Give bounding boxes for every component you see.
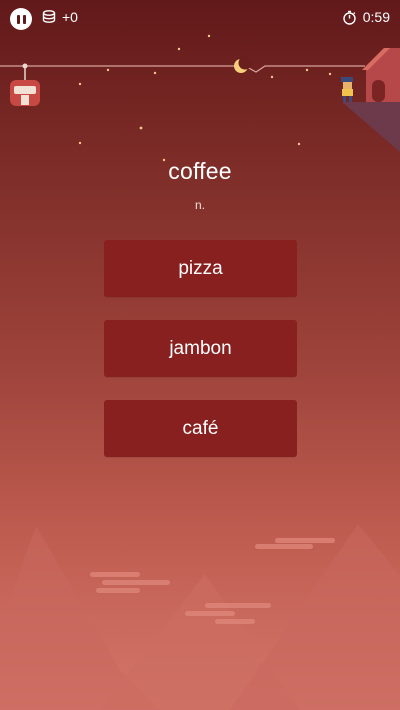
question-word: coffee <box>168 158 232 184</box>
top-bar: +0 0:59 <box>0 0 400 40</box>
stopwatch-icon <box>343 10 356 25</box>
moon-icon <box>234 56 252 73</box>
answer-option-1[interactable]: pizza <box>104 240 297 297</box>
stars <box>78 34 332 162</box>
station-building <box>342 48 400 152</box>
timer-value: 0:59 <box>362 9 390 25</box>
timer: 0:59 <box>342 9 390 25</box>
coin-stack-icon <box>42 10 56 23</box>
cable-car-icon <box>10 63 40 106</box>
pause-icon <box>16 14 20 24</box>
coin-count: +0 <box>62 9 78 25</box>
answer-option-2[interactable]: jambon <box>104 320 297 377</box>
clouds <box>90 538 335 624</box>
pause-button[interactable] <box>10 8 32 30</box>
coin-counter: +0 <box>42 9 78 25</box>
cable-line <box>0 65 365 73</box>
game-screen: +0 0:59 coffee n. pizza jambon café <box>0 0 400 710</box>
mountains <box>0 524 400 710</box>
character-figure <box>341 77 353 102</box>
answer-option-3[interactable]: café <box>104 400 297 457</box>
part-of-speech: n. <box>194 198 205 212</box>
